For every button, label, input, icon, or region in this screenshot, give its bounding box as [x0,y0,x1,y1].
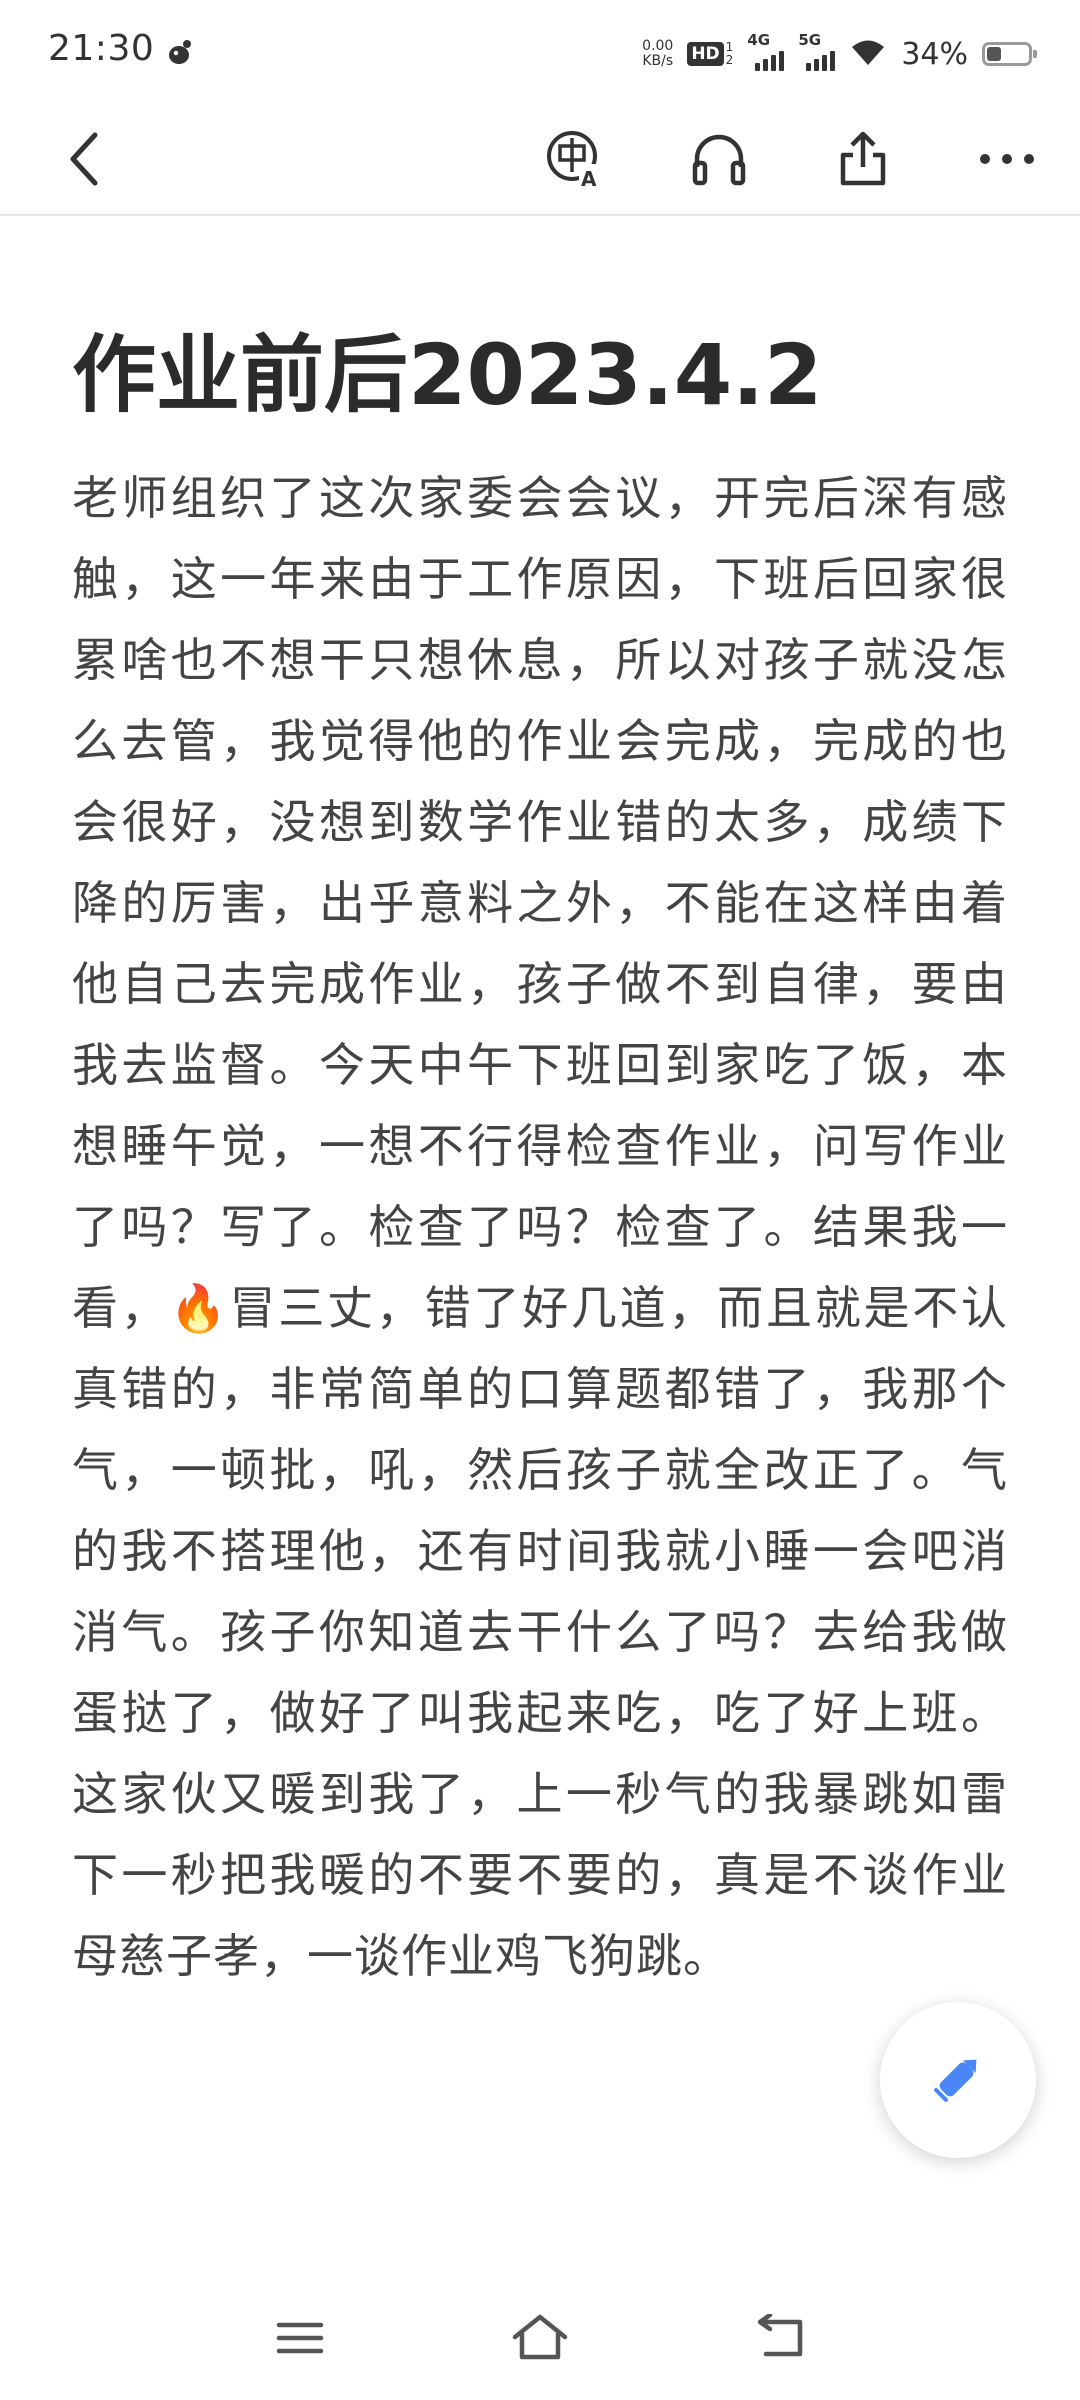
status-indicators: 0.00 KB/s HD 1 2 4G 5G 34% [642,30,1037,78]
system-nav-bar [0,2280,1080,2400]
app-notification-icon [164,36,196,68]
article: 作业前后2023.4.2 老师组织了这次家委会会议，开完后深有感触，这一年来由于… [72,320,1008,1997]
svg-text:A: A [581,167,597,190]
translate-icon: A [545,128,605,194]
status-time: 21:30 [48,28,155,69]
battery-icon [982,42,1037,66]
more-dots-icon [977,149,1037,173]
battery-level [987,47,1001,61]
hd-sub: 1 2 [726,41,734,67]
back-return-icon [752,2312,808,2366]
home-button[interactable] [504,2304,576,2376]
hd-voice-badge: HD 1 2 [687,41,733,67]
signal-4g-label: 4G [747,31,771,49]
back-button[interactable] [50,126,120,196]
recent-apps-button[interactable] [264,2304,336,2376]
home-icon [510,2313,570,2367]
wifi-icon [849,37,887,71]
article-body[interactable]: 老师组织了这次家委会会议，开完后深有感触，这一年来由于工作原因，下班后回家很累啥… [72,458,1008,1997]
headphones-icon [689,129,749,193]
article-title: 作业前后2023.4.2 [72,326,823,424]
signal-4g: 4G [747,31,785,71]
share-icon [835,129,891,193]
network-speed: 0.00 KB/s [642,39,673,69]
share-button[interactable] [828,126,898,196]
signal-5g: 5G [798,31,836,71]
network-speed-value: 0.00 [642,38,674,54]
pencil-edit-icon [928,2048,988,2112]
back-nav-button[interactable] [744,2304,816,2376]
status-bar: 21:30 0.00 KB/s HD 1 2 4G 5G 34% [0,0,1080,108]
listen-button[interactable] [684,126,754,196]
network-speed-unit: KB/s [642,53,674,69]
menu-icon [275,2318,325,2362]
chevron-left-icon [65,129,105,193]
signal-5g-label: 5G [798,31,822,49]
top-toolbar: A [0,108,1080,216]
translate-button[interactable]: A [540,126,610,196]
battery-percent: 34% [901,36,968,72]
hd-label: HD [687,42,724,66]
edit-button[interactable] [880,2002,1036,2158]
more-button[interactable] [972,126,1042,196]
hd-sub-bottom: 2 [725,53,734,67]
